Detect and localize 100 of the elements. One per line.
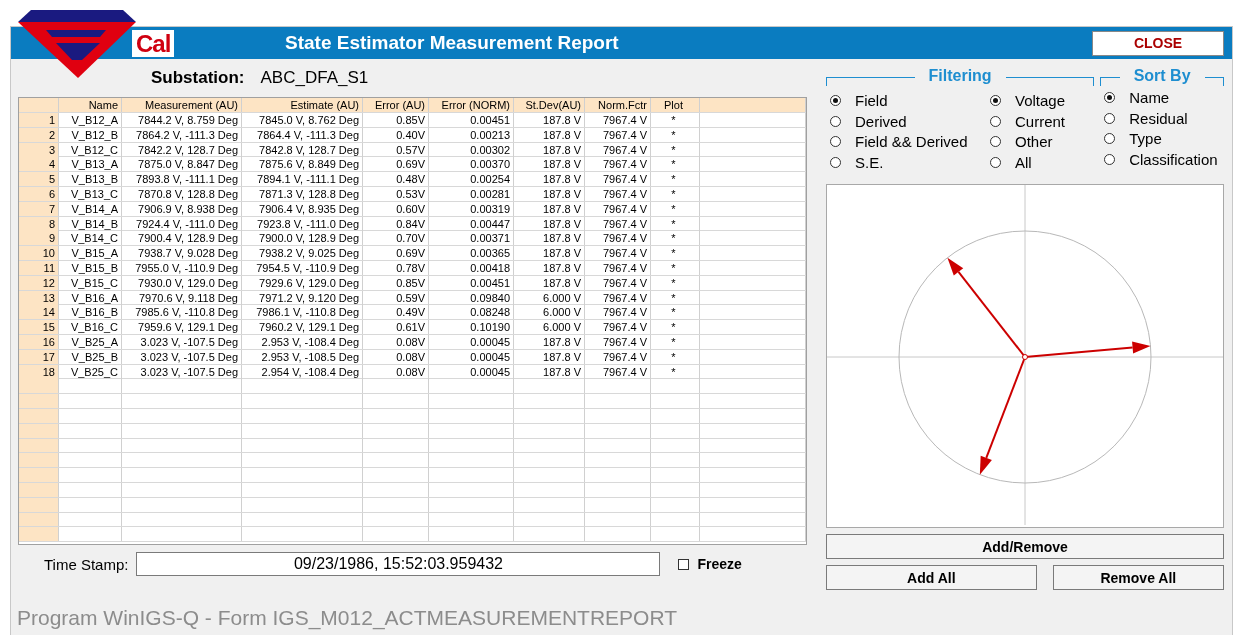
- table-cell: 7894.1 V, -111.1 Deg: [242, 172, 363, 187]
- radio-button[interactable]: [830, 94, 841, 106]
- table-cell: 187.8 V: [514, 334, 585, 349]
- table-cell: *: [651, 187, 700, 201]
- table-cell: V_B15_A: [59, 246, 122, 261]
- remove-all-button[interactable]: Remove All: [1052, 565, 1224, 590]
- radio-button[interactable]: [990, 94, 1001, 106]
- option-label: All: [1015, 153, 1032, 171]
- group-title: Filtering: [914, 67, 1006, 85]
- table-cell: 0.00281: [429, 187, 514, 201]
- table-cell: 0.49V: [363, 305, 429, 320]
- column-header[interactable]: St.Dev(AU): [514, 98, 585, 112]
- row-number: 5: [19, 172, 59, 187]
- table-cell: 187.8 V: [514, 201, 585, 216]
- table-cell: 187.8 V: [514, 260, 585, 275]
- table-cell: *: [651, 172, 700, 187]
- table-cell: 0.00045: [429, 334, 514, 349]
- add-remove-button[interactable]: Add/Remove: [826, 534, 1224, 559]
- table-cell: V_B13_C: [59, 187, 122, 201]
- table-cell: 7955.0 V, -110.9 Deg: [122, 260, 242, 275]
- table-cell: 7864.2 V, -111.3 Deg: [122, 127, 242, 142]
- table-cell: 7967.4 V: [585, 349, 651, 364]
- group-title: Sort By: [1119, 67, 1205, 85]
- table-cell: V_B25_C: [59, 364, 122, 379]
- column-header[interactable]: Norm.Fctr: [585, 98, 651, 112]
- table-cell: 0.00213: [429, 127, 514, 142]
- table-cell: 7875.6 V, 8.849 Deg: [242, 157, 363, 172]
- radio-button[interactable]: [1104, 153, 1116, 165]
- column-header[interactable]: Error (AU): [363, 98, 429, 112]
- table-cell: 7900.0 V, 128.9 Deg: [242, 231, 363, 246]
- column-header[interactable]: Estimate (AU): [242, 98, 363, 112]
- table-cell: 0.48V: [363, 172, 429, 187]
- logo-icon: [16, 10, 138, 78]
- table-cell: 7985.6 V, -110.8 Deg: [122, 305, 242, 320]
- table-cell: 7967.4 V: [585, 305, 651, 320]
- radio-button[interactable]: [990, 136, 1001, 148]
- timestamp-field[interactable]: 09/23/1986, 15:52:03.959432: [136, 552, 661, 576]
- logo-text: Cal: [132, 30, 175, 57]
- freeze-checkbox[interactable]: [678, 558, 690, 570]
- column-header[interactable]: Plot: [651, 98, 700, 112]
- close-button[interactable]: CLOSE: [1092, 30, 1224, 56]
- radio-button[interactable]: [830, 115, 841, 127]
- table-cell: V_B16_A: [59, 290, 122, 305]
- table-cell: 0.84V: [363, 216, 429, 231]
- table-cell: 7923.8 V, -111.0 Deg: [242, 216, 363, 231]
- radio-button[interactable]: [1104, 91, 1116, 103]
- table-cell: 7906.9 V, 8.938 Deg: [122, 201, 242, 216]
- option-label: Type: [1129, 130, 1162, 148]
- table-cell: 187.8 V: [514, 275, 585, 290]
- table-cell: V_B15_B: [59, 260, 122, 275]
- table-cell: 7967.4 V: [585, 275, 651, 290]
- radio-button[interactable]: [990, 115, 1001, 127]
- table-cell: V_B14_C: [59, 231, 122, 246]
- row-number: 1: [19, 113, 59, 127]
- table-cell: 187.8 V: [514, 127, 585, 142]
- radio-button[interactable]: [830, 136, 841, 148]
- table-cell: 187.8 V: [514, 246, 585, 261]
- table-cell: 7967.4 V: [585, 142, 651, 157]
- table-cell: *: [651, 275, 700, 290]
- table-cell: 0.08V: [363, 349, 429, 364]
- table-cell: *: [651, 320, 700, 335]
- table-cell: 7938.7 V, 9.028 Deg: [122, 246, 242, 261]
- option-label: Name: [1129, 88, 1170, 106]
- table-cell: 7970.6 V, 9.118 Deg: [122, 290, 242, 305]
- table-cell: 187.8 V: [514, 349, 585, 364]
- table-cell: 0.00302: [429, 142, 514, 157]
- option-label: Residual: [1129, 109, 1188, 127]
- column-header[interactable]: Name: [59, 98, 122, 112]
- substation-label: Substation:: [151, 68, 245, 88]
- table-cell: *: [651, 305, 700, 320]
- table-cell: 7967.4 V: [585, 127, 651, 142]
- table-cell: 6.000 V: [514, 305, 585, 320]
- table-cell: V_B25_B: [59, 349, 122, 364]
- table-cell: 3.023 V, -107.5 Deg: [122, 349, 242, 364]
- table-cell: *: [651, 364, 700, 379]
- table-cell: 0.00365: [429, 246, 514, 261]
- column-header[interactable]: Error (NORM): [429, 98, 514, 112]
- table-cell: 7967.4 V: [585, 113, 651, 127]
- table-cell: *: [651, 127, 700, 142]
- table-cell: V_B16_B: [59, 305, 122, 320]
- add-all-button[interactable]: Add All: [826, 565, 1037, 590]
- table-cell: V_B13_A: [59, 157, 122, 172]
- table-cell: 7900.4 V, 128.9 Deg: [122, 231, 242, 246]
- radio-button[interactable]: [1104, 133, 1116, 145]
- radio-button[interactable]: [1104, 112, 1116, 124]
- table-cell: 187.8 V: [514, 142, 585, 157]
- substation-value: ABC_DFA_S1: [260, 68, 369, 88]
- table-cell: 7871.3 V, 128.8 Deg: [242, 187, 363, 201]
- table-cell: 0.57V: [363, 142, 429, 157]
- table-cell: 0.00371: [429, 231, 514, 246]
- table-cell: 7967.4 V: [585, 260, 651, 275]
- table-cell: 0.00418: [429, 260, 514, 275]
- table-cell: V_B25_A: [59, 334, 122, 349]
- row-number: 10: [19, 246, 59, 261]
- radio-button[interactable]: [830, 156, 841, 168]
- column-header[interactable]: Measurement (AU): [122, 98, 242, 112]
- radio-button[interactable]: [990, 156, 1001, 168]
- option-label: Voltage: [1015, 91, 1066, 109]
- table-cell: 7924.4 V, -111.0 Deg: [122, 216, 242, 231]
- table-cell: 7959.6 V, 129.1 Deg: [122, 320, 242, 335]
